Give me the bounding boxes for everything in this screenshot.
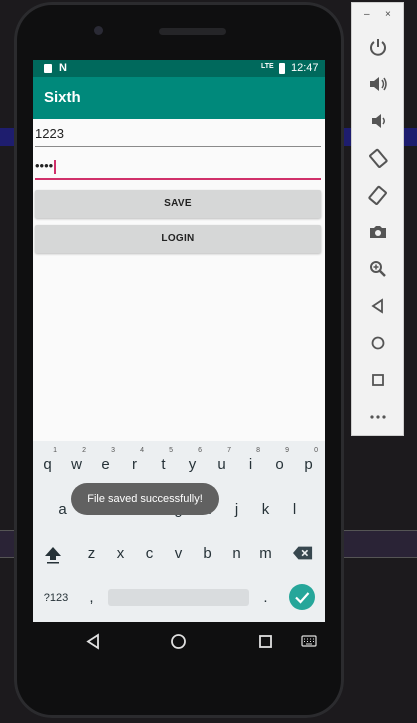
signal-icon: LTE bbox=[261, 63, 274, 70]
spacebar-key[interactable] bbox=[108, 589, 249, 606]
battery-icon bbox=[279, 63, 285, 74]
key-label: w bbox=[71, 456, 82, 473]
backspace-key-icon[interactable] bbox=[293, 545, 313, 561]
shift-key-icon[interactable] bbox=[43, 545, 63, 565]
key-label: q bbox=[43, 456, 52, 473]
status-bar: N LTE 12:47 bbox=[33, 60, 325, 77]
key-number-hint: 2 bbox=[82, 447, 86, 454]
sim-card-icon bbox=[44, 64, 52, 73]
key-label: j bbox=[234, 501, 239, 518]
status-time: 12:47 bbox=[291, 62, 319, 74]
app-title: Sixth bbox=[44, 89, 81, 106]
key-p[interactable]: p0 bbox=[294, 447, 323, 473]
key-label: l bbox=[292, 501, 297, 518]
save-button[interactable]: SAVE bbox=[35, 190, 321, 218]
key-label: o bbox=[275, 456, 284, 473]
key-label: b bbox=[203, 545, 212, 562]
key-label: i bbox=[248, 456, 253, 473]
key-label: t bbox=[161, 456, 166, 473]
username-field[interactable]: 1223 bbox=[35, 126, 321, 147]
key-label: c bbox=[145, 545, 154, 562]
key-label: k bbox=[261, 501, 270, 518]
username-value: 1223 bbox=[35, 126, 64, 141]
checkmark-icon bbox=[295, 592, 310, 604]
key-j[interactable]: j bbox=[222, 501, 251, 518]
volume-up-icon[interactable] bbox=[367, 73, 389, 95]
key-label: p bbox=[304, 456, 313, 473]
key-number-hint: 1 bbox=[53, 447, 57, 454]
key-label: a bbox=[58, 501, 67, 518]
key-o[interactable]: o9 bbox=[265, 447, 294, 473]
key-label: u bbox=[217, 456, 226, 473]
enter-key[interactable] bbox=[289, 584, 315, 610]
zoom-icon[interactable] bbox=[367, 258, 389, 280]
key-q[interactable]: q1 bbox=[33, 447, 62, 473]
key-label: x bbox=[116, 545, 125, 562]
key-label: y bbox=[188, 456, 197, 473]
soft-keyboard: q1w2e3r4t5y6u7i8o9p0 asdfghjkl zxcvbnm ?… bbox=[33, 441, 325, 622]
network-icon: N bbox=[59, 62, 67, 74]
more-icon[interactable] bbox=[367, 406, 389, 428]
key-label: m bbox=[259, 545, 272, 562]
key-m[interactable]: m bbox=[251, 545, 280, 562]
navigation-bar bbox=[33, 622, 325, 662]
minimize-button[interactable]: – bbox=[364, 9, 370, 20]
keyboard-icon[interactable] bbox=[301, 635, 317, 647]
key-t[interactable]: t5 bbox=[149, 447, 178, 473]
overview-icon[interactable] bbox=[367, 369, 389, 391]
key-k[interactable]: k bbox=[251, 501, 280, 518]
text-cursor bbox=[54, 159, 56, 174]
symbols-key[interactable]: ?123 bbox=[40, 592, 72, 604]
key-b[interactable]: b bbox=[193, 545, 222, 562]
key-number-hint: 3 bbox=[111, 447, 115, 454]
key-number-hint: 9 bbox=[285, 447, 289, 454]
key-number-hint: 5 bbox=[169, 447, 173, 454]
back-icon[interactable] bbox=[367, 295, 389, 317]
key-c[interactable]: c bbox=[135, 545, 164, 562]
app-bar: Sixth bbox=[33, 77, 325, 119]
recents-icon[interactable] bbox=[258, 634, 273, 649]
key-number-hint: 0 bbox=[314, 447, 318, 454]
key-e[interactable]: e3 bbox=[91, 447, 120, 473]
rotate-right-icon[interactable] bbox=[367, 184, 389, 206]
password-value: •••• bbox=[35, 158, 54, 173]
key-number-hint: 6 bbox=[198, 447, 202, 454]
comma-key[interactable]: , bbox=[77, 589, 106, 606]
password-field[interactable]: •••• bbox=[35, 158, 321, 180]
key-u[interactable]: u7 bbox=[207, 447, 236, 473]
login-button[interactable]: LOGIN bbox=[35, 225, 321, 253]
home-icon[interactable] bbox=[367, 332, 389, 354]
camera-icon[interactable] bbox=[367, 221, 389, 243]
key-v[interactable]: v bbox=[164, 545, 193, 562]
power-icon[interactable] bbox=[367, 36, 389, 58]
key-number-hint: 8 bbox=[256, 447, 260, 454]
toast-message: File saved successfully! bbox=[71, 483, 219, 515]
key-z[interactable]: z bbox=[77, 545, 106, 562]
key-number-hint: 7 bbox=[227, 447, 231, 454]
period-key[interactable]: . bbox=[251, 589, 280, 606]
key-n[interactable]: n bbox=[222, 545, 251, 562]
key-l[interactable]: l bbox=[280, 501, 309, 518]
emulator-toolbar: – × bbox=[351, 2, 404, 436]
key-x[interactable]: x bbox=[106, 545, 135, 562]
home-icon[interactable] bbox=[170, 633, 187, 650]
key-label: n bbox=[232, 545, 241, 562]
key-label: v bbox=[174, 545, 183, 562]
key-label: z bbox=[87, 545, 96, 562]
key-w[interactable]: w2 bbox=[62, 447, 91, 473]
rotate-left-icon[interactable] bbox=[367, 147, 389, 169]
device-screen: N LTE 12:47 Sixth 1223 •••• SAVE LOGIN q… bbox=[33, 60, 325, 622]
key-r[interactable]: r4 bbox=[120, 447, 149, 473]
key-y[interactable]: y6 bbox=[178, 447, 207, 473]
earpiece-speaker bbox=[159, 28, 226, 35]
close-button[interactable]: × bbox=[385, 9, 391, 20]
volume-down-icon[interactable] bbox=[367, 110, 389, 132]
key-i[interactable]: i8 bbox=[236, 447, 265, 473]
key-label: r bbox=[132, 456, 137, 473]
key-label: e bbox=[101, 456, 110, 473]
front-camera bbox=[94, 26, 103, 35]
key-number-hint: 4 bbox=[140, 447, 144, 454]
back-icon[interactable] bbox=[85, 633, 101, 650]
